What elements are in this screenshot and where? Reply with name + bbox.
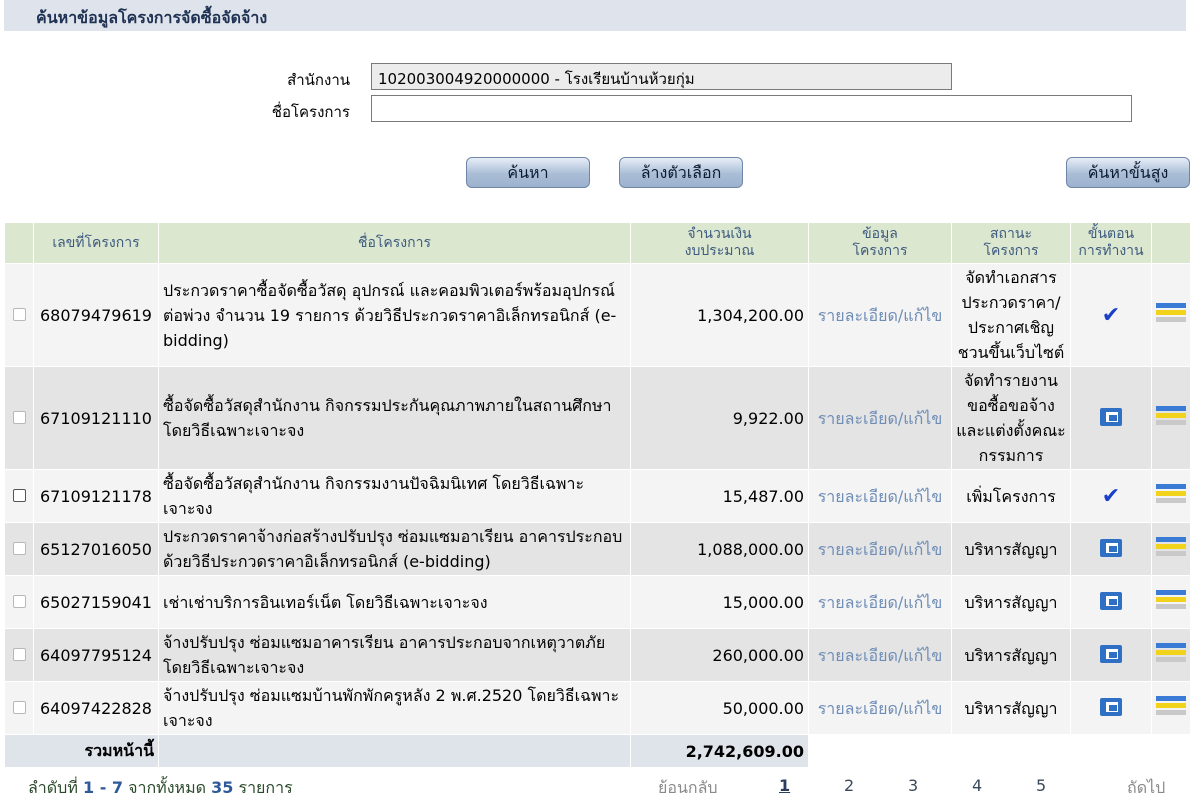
pager-next[interactable]: ถัดไป (1127, 776, 1165, 801)
project-name: จ้างปรับปรุง ซ่อมแซมบ้านพักพักครูหลัง 2 … (158, 681, 631, 735)
total-label: รวมหน้านี้ (4, 734, 159, 768)
details-edit-link[interactable]: รายละเอียด/แก้ไข (808, 522, 952, 576)
table-row: 65027159041 เช่าเช่าบริการอินเทอร์เน็ต โ… (4, 575, 1190, 629)
column-header-step: ขั้นตอน การทำงาน (1070, 222, 1152, 264)
row-checkbox[interactable] (12, 410, 26, 424)
table-row: 64097422828 จ้างปรับปรุง ซ่อมแซมบ้านพักพ… (4, 681, 1190, 735)
project-budget: 1,088,000.00 (630, 522, 809, 576)
checkmark-icon[interactable]: ✔ (1102, 303, 1120, 328)
details-edit-link[interactable]: รายละเอียด/แก้ไข (808, 681, 952, 735)
projects-table: เลขที่โครงการ ชื่อโครงการ จำนวนเงิน งบประ… (4, 222, 1190, 768)
project-budget: 15,487.00 (630, 469, 809, 523)
table-row: 67109121178 ซื้อจัดซื้อวัสดุสำนักงาน กิจ… (4, 469, 1190, 523)
project-status: บริหารสัญญา (951, 575, 1071, 629)
project-name: ประกวดราคาจ้างก่อสร้างปรับปรุง ซ่อมแซมอา… (158, 522, 631, 576)
process-icon[interactable] (1100, 590, 1122, 610)
row-checkbox[interactable] (12, 488, 26, 502)
process-icon[interactable] (1100, 406, 1122, 426)
row-checkbox[interactable] (12, 647, 26, 661)
document-icon[interactable] (1156, 641, 1186, 665)
project-name: ซื้อจัดซื้อวัสดุสำนักงาน กิจกรรมงานปัจฉิ… (158, 469, 631, 523)
project-number: 65027159041 (33, 575, 159, 629)
project-budget: 260,000.00 (630, 628, 809, 682)
document-icon[interactable] (1156, 482, 1186, 506)
document-icon[interactable] (1156, 588, 1186, 612)
office-label: สำนักงาน (287, 71, 350, 89)
project-status: จัดทำรายงานขอซื้อขอจ้างและแต่งตั้งคณะกรร… (951, 366, 1071, 470)
document-icon[interactable] (1156, 301, 1186, 325)
project-name: ประกวดราคาซื้อจัดซื้อวัสดุ อุปกรณ์ และคอ… (158, 263, 631, 367)
table-header: เลขที่โครงการ ชื่อโครงการ จำนวนเงิน งบประ… (4, 222, 1190, 264)
project-number: 67109121110 (33, 366, 159, 470)
table-row: 64097795124 จ้างปรับปรุง ซ่อมแซมอาคารเรี… (4, 628, 1190, 682)
project-budget: 9,922.00 (630, 366, 809, 470)
process-icon[interactable] (1100, 643, 1122, 663)
column-header-status: สถานะ โครงการ (951, 222, 1071, 264)
clear-button[interactable]: ล้างตัวเลือก (619, 157, 743, 188)
project-name: ซื้อจัดซื้อวัสดุสำนักงาน กิจกรรมประกันคุ… (158, 366, 631, 470)
pager-page-4[interactable]: 4 (972, 776, 982, 795)
project-name: เช่าเช่าบริการอินเทอร์เน็ต โดยวิธีเฉพาะเ… (158, 575, 631, 629)
column-header-info: ข้อมูล โครงการ (808, 222, 952, 264)
column-header-name: ชื่อโครงการ (158, 222, 631, 264)
pager-page-3[interactable]: 3 (908, 776, 918, 795)
details-edit-link[interactable]: รายละเอียด/แก้ไข (808, 575, 952, 629)
total-value: 2,742,609.00 (630, 734, 809, 768)
project-status: จัดทำเอกสารประกวดราคา/ประกาศเชิญชวนขึ้นเ… (951, 263, 1071, 367)
row-checkbox[interactable] (12, 594, 26, 608)
project-budget: 1,304,200.00 (630, 263, 809, 367)
details-edit-link[interactable]: รายละเอียด/แก้ไข (808, 469, 952, 523)
result-summary: ลำดับที่ 1 - 7 จากทั้งหมด 35 รายการ (28, 778, 293, 797)
document-icon[interactable] (1156, 404, 1186, 428)
document-icon[interactable] (1156, 535, 1186, 559)
project-budget: 15,000.00 (630, 575, 809, 629)
table-row: 68079479619 ประกวดราคาซื้อจัดซื้อวัสดุ อ… (4, 263, 1190, 367)
project-budget: 50,000.00 (630, 681, 809, 735)
document-icon[interactable] (1156, 694, 1186, 718)
project-status: บริหารสัญญา (951, 628, 1071, 682)
row-checkbox[interactable] (12, 541, 26, 555)
project-number: 64097422828 (33, 681, 159, 735)
pager-prev[interactable]: ย้อนกลับ (658, 776, 718, 801)
select-column-header (4, 222, 34, 264)
table-row: 67109121110 ซื้อจัดซื้อวัสดุสำนักงาน กิจ… (4, 366, 1190, 470)
page-header: ค้นหาข้อมูลโครงการจัดซื้อจัดจ้าง (4, 0, 1186, 31)
project-number: 68079479619 (33, 263, 159, 367)
details-edit-link[interactable]: รายละเอียด/แก้ไข (808, 263, 952, 367)
project-name-input[interactable] (371, 95, 1132, 122)
pager-page-2[interactable]: 2 (844, 776, 854, 795)
project-name-label: ชื่อโครงการ (271, 103, 350, 121)
project-status: เพิ่มโครงการ (951, 469, 1071, 523)
total-row: รวมหน้านี้ 2,742,609.00 (4, 734, 1190, 768)
page-title: ค้นหาข้อมูลโครงการจัดซื้อจัดจ้าง (36, 8, 268, 27)
details-edit-link[interactable]: รายละเอียด/แก้ไข (808, 366, 952, 470)
advanced-search-button[interactable]: ค้นหาขั้นสูง (1066, 157, 1190, 188)
column-header-number: เลขที่โครงการ (33, 222, 159, 264)
pager-page-5[interactable]: 5 (1036, 776, 1046, 795)
details-edit-link[interactable]: รายละเอียด/แก้ไข (808, 628, 952, 682)
row-checkbox[interactable] (12, 307, 26, 321)
office-field[interactable]: 102003004920000000 - โรงเรียนบ้านห้วยกุ่… (371, 63, 952, 90)
search-button[interactable]: ค้นหา (466, 157, 590, 188)
column-header-doc (1151, 222, 1190, 264)
project-number: 67109121178 (33, 469, 159, 523)
column-header-budget: จำนวนเงิน งบประมาณ (630, 222, 809, 264)
row-checkbox[interactable] (12, 700, 26, 714)
project-number: 65127016050 (33, 522, 159, 576)
process-icon[interactable] (1100, 696, 1122, 716)
process-icon[interactable] (1100, 537, 1122, 557)
project-status: บริหารสัญญา (951, 522, 1071, 576)
table-row: 65127016050 ประกวดราคาจ้างก่อสร้างปรับปร… (4, 522, 1190, 576)
checkmark-icon[interactable]: ✔ (1102, 484, 1120, 509)
project-name: จ้างปรับปรุง ซ่อมแซมอาคารเรียน อาคารประก… (158, 628, 631, 682)
project-status: บริหารสัญญา (951, 681, 1071, 735)
pager-page-1[interactable]: 1 (779, 776, 790, 795)
project-number: 64097795124 (33, 628, 159, 682)
